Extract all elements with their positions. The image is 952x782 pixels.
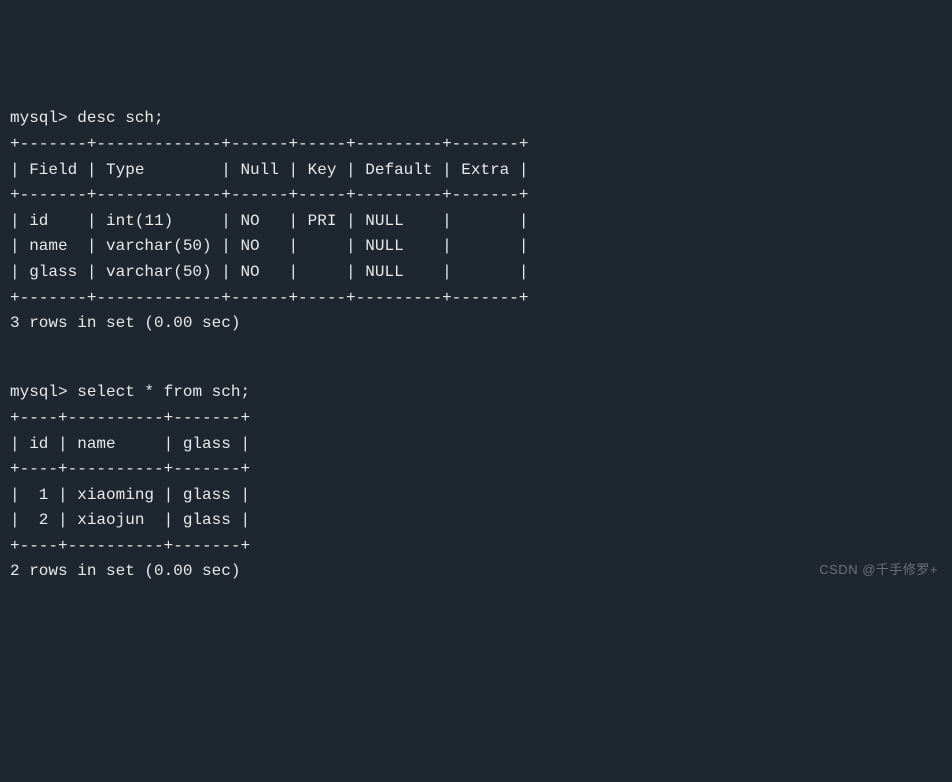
desc-border-top: +-------+-------------+------+-----+----… <box>10 135 528 153</box>
desc-row: | id | int(11) | NO | PRI | NULL | | <box>10 212 528 230</box>
desc-row: | name | varchar(50) | NO | | NULL | | <box>10 237 528 255</box>
mysql-prompt: mysql> <box>10 383 68 401</box>
select-border-bot: +----+----------+-------+ <box>10 537 250 555</box>
select-row: | 1 | xiaoming | glass | <box>10 486 250 504</box>
mysql-prompt: mysql> <box>10 109 68 127</box>
desc-row: | glass | varchar(50) | NO | | NULL | | <box>10 263 528 281</box>
select-border-top: +----+----------+-------+ <box>10 409 250 427</box>
command-desc: desc sch; <box>77 109 163 127</box>
desc-header: | Field | Type | Null | Key | Default | … <box>10 161 528 179</box>
desc-summary: 3 rows in set (0.00 sec) <box>10 314 240 332</box>
desc-block: mysql> desc sch; +-------+-------------+… <box>10 106 942 336</box>
select-summary: 2 rows in set (0.00 sec) <box>10 562 240 580</box>
command-select: select * from sch; <box>77 383 250 401</box>
select-header: | id | name | glass | <box>10 435 250 453</box>
select-block: mysql> select * from sch; +----+--------… <box>10 380 942 585</box>
select-row: | 2 | xiaojun | glass | <box>10 511 250 529</box>
select-border-mid: +----+----------+-------+ <box>10 460 250 478</box>
desc-border-mid: +-------+-------------+------+-----+----… <box>10 186 528 204</box>
desc-border-bot: +-------+-------------+------+-----+----… <box>10 289 528 307</box>
watermark: CSDN @千手修罗+ <box>819 560 938 581</box>
